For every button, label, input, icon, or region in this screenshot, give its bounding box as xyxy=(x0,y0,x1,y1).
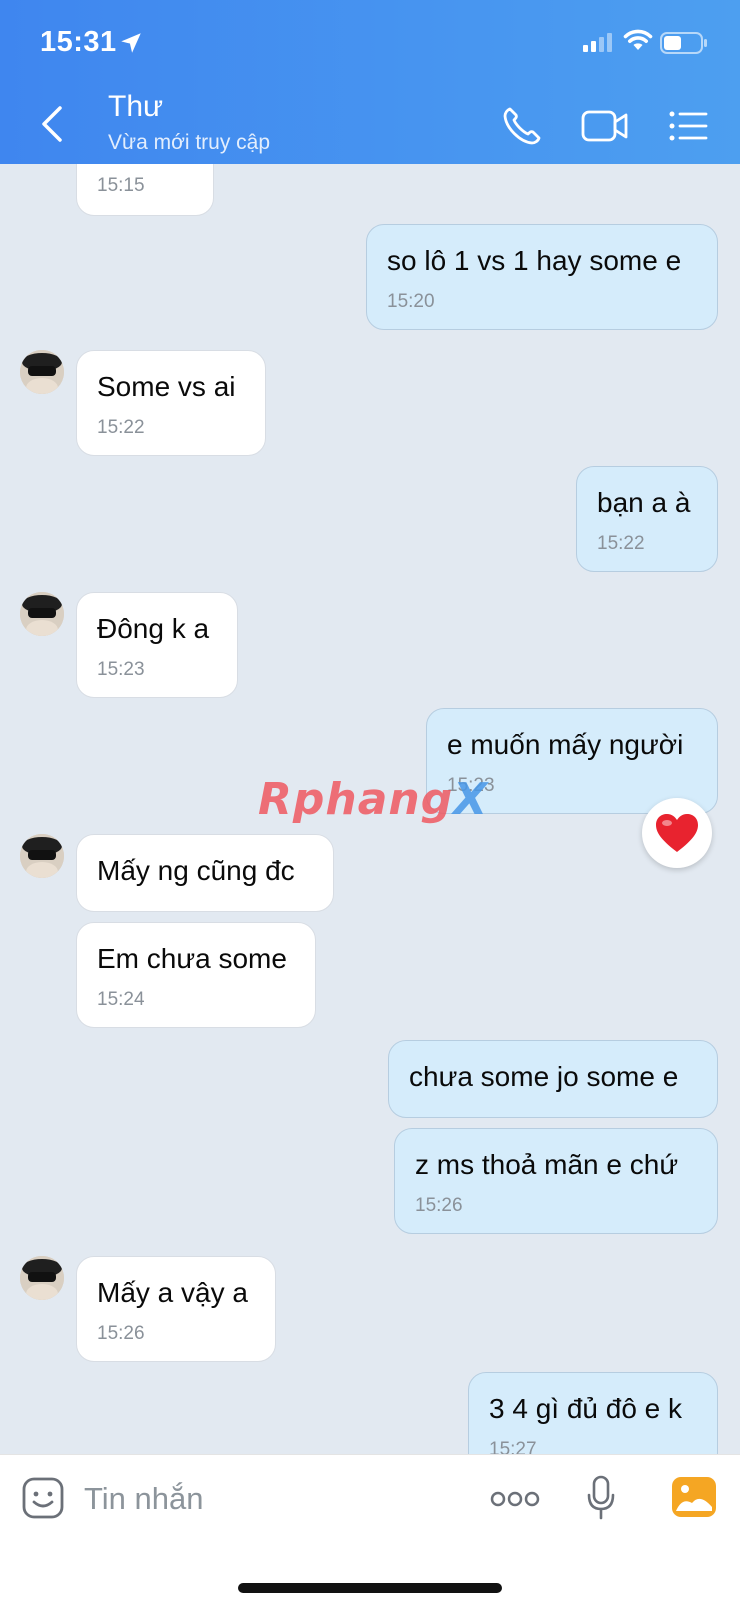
message-time: 15:27 xyxy=(489,1439,537,1454)
message-bubble-outgoing[interactable]: z ms thoả mãn e chứ 15:26 xyxy=(394,1128,718,1234)
message-list[interactable]: 15:15 so lô 1 vs 1 hay some e 15:20 Some… xyxy=(0,164,740,1454)
message-bubble-outgoing[interactable]: bạn a à 15:22 xyxy=(576,466,718,572)
avatar-image xyxy=(20,592,64,636)
contact-status: Vừa mới truy cập xyxy=(108,131,271,154)
message-bubble-incoming[interactable]: Some vs ai 15:22 xyxy=(76,350,266,456)
message-text: Some vs ai xyxy=(97,371,236,402)
message-bubble-outgoing[interactable]: 3 4 gì đủ đô e k 15:27 xyxy=(468,1372,718,1454)
message-time: 15:15 xyxy=(97,175,145,196)
contact-avatar[interactable] xyxy=(20,350,64,394)
message-time: 15:26 xyxy=(415,1195,463,1216)
avatar-image xyxy=(20,1256,64,1300)
message-bubble-incoming[interactable]: Đông k a 15:23 xyxy=(76,592,238,698)
message-text: Đông k a xyxy=(97,613,210,644)
video-call-button[interactable] xyxy=(580,104,630,148)
message-bubble-incoming[interactable]: 15:15 xyxy=(76,164,214,216)
avatar-image xyxy=(20,834,64,878)
cellular-signal-icon xyxy=(583,33,612,52)
message-text: 3 4 gì đủ đô e k xyxy=(489,1393,683,1424)
message-text: z ms thoả mãn e chứ xyxy=(415,1149,679,1180)
message-text: e muốn mấy người xyxy=(447,729,684,760)
message-time: 15:23 xyxy=(97,659,145,680)
contact-avatar[interactable] xyxy=(20,1256,64,1300)
message-text: Mấy ng cũng đc xyxy=(97,855,295,886)
watermark-logo: RphangX xyxy=(258,774,489,825)
message-time: 15:22 xyxy=(597,533,645,554)
message-bubble-incoming[interactable]: Mấy a vậy a 15:26 xyxy=(76,1256,276,1362)
message-composer xyxy=(0,1454,740,1601)
contact-avatar[interactable] xyxy=(20,834,64,878)
wifi-icon xyxy=(623,29,653,50)
menu-list-button[interactable] xyxy=(666,104,710,148)
message-text: Em chưa some xyxy=(97,943,287,974)
more-options-icon[interactable] xyxy=(490,1489,540,1509)
location-arrow-icon xyxy=(121,33,141,53)
message-time: 15:24 xyxy=(97,989,145,1010)
phone-call-button[interactable] xyxy=(500,104,544,148)
home-indicator xyxy=(238,1583,502,1593)
message-time: 15:20 xyxy=(387,291,435,312)
contact-name[interactable]: Thư xyxy=(108,90,163,124)
contact-avatar[interactable] xyxy=(20,592,64,636)
message-bubble-outgoing[interactable]: chưa some jo some e xyxy=(388,1040,718,1118)
message-time: 15:26 xyxy=(97,1323,145,1344)
microphone-icon[interactable] xyxy=(586,1475,616,1521)
battery-icon xyxy=(660,32,707,54)
message-text: Mấy a vậy a xyxy=(97,1277,248,1308)
message-text: chưa some jo some e xyxy=(409,1061,679,1092)
message-input[interactable] xyxy=(84,1477,464,1521)
photo-gallery-icon[interactable] xyxy=(672,1477,716,1517)
message-bubble-incoming[interactable]: Em chưa some 15:24 xyxy=(76,922,316,1028)
avatar-image xyxy=(20,350,64,394)
message-time: 15:22 xyxy=(97,417,145,438)
status-time: 15:31 xyxy=(40,26,117,58)
message-bubble-incoming[interactable]: Mấy ng cũng đc xyxy=(76,834,334,912)
chat-header: 15:31 Thư Vừa mới truy cập xyxy=(0,0,740,164)
message-bubble-outgoing[interactable]: so lô 1 vs 1 hay some e 15:20 xyxy=(366,224,718,330)
message-text: so lô 1 vs 1 hay some e xyxy=(387,245,682,276)
heart-reaction-button[interactable] xyxy=(642,798,712,868)
sticker-icon[interactable] xyxy=(22,1477,64,1519)
heart-icon xyxy=(656,814,698,852)
back-button[interactable] xyxy=(36,104,72,144)
message-text: bạn a à xyxy=(597,487,691,518)
